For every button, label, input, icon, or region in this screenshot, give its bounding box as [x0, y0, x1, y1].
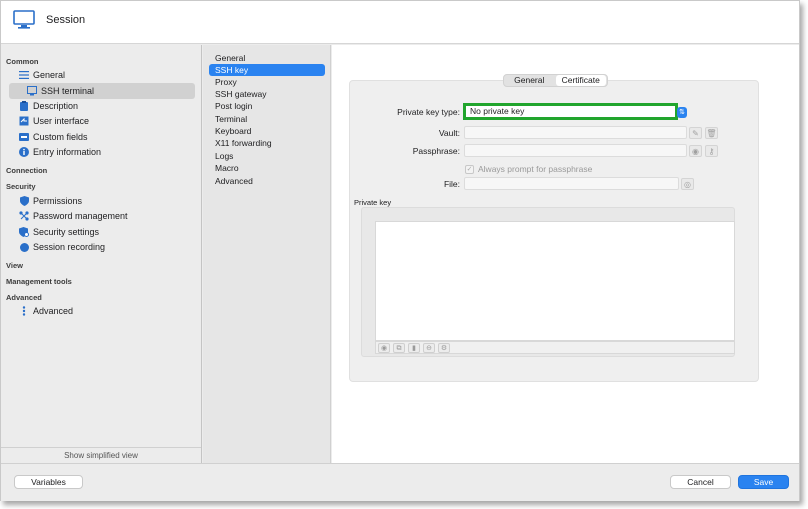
- variables-button[interactable]: Variables: [14, 475, 83, 489]
- terminal-icon: [27, 86, 37, 96]
- tab-certificate[interactable]: Certificate: [555, 75, 606, 86]
- sidebar-item-custom-fields[interactable]: Custom fields: [19, 130, 88, 144]
- content-area: General Certificate Private key type: No…: [332, 45, 799, 463]
- checkbox-icon[interactable]: ✓: [465, 164, 474, 174]
- network-icon: [19, 211, 29, 221]
- title-bar: Session: [1, 1, 799, 44]
- sidebar-section-security: Security: [6, 182, 36, 191]
- list-item-ssh-key[interactable]: SSH key: [209, 64, 325, 76]
- settings-shield-icon: [19, 227, 29, 237]
- sidebar-section-advanced: Advanced: [6, 293, 42, 302]
- dots-icon: [19, 306, 29, 316]
- sidebar-item-label: Password management: [33, 211, 128, 221]
- eye-icon[interactable]: ◉: [689, 145, 702, 157]
- sidebar-item-label: Entry information: [33, 147, 102, 157]
- list-item-logs[interactable]: Logs: [215, 151, 233, 161]
- sidebar-item-security-settings[interactable]: Security settings: [19, 225, 99, 239]
- list-item-general[interactable]: General: [215, 53, 245, 63]
- vault-select[interactable]: [464, 126, 687, 139]
- list-item-label: SSH key: [215, 65, 249, 75]
- private-key-toolbar: ◉ ⧉ ▮ ⊖ ⚙: [375, 341, 735, 354]
- settings-icon[interactable]: ⚙: [438, 342, 450, 353]
- window-icon: [19, 116, 29, 126]
- file-label: File:: [443, 179, 460, 189]
- browse-icon[interactable]: ◎: [681, 178, 694, 190]
- sidebar-item-label: Advanced: [33, 306, 74, 316]
- sidebar-item-label: Security settings: [33, 227, 100, 237]
- private-key-type-select[interactable]: No private key: [463, 103, 678, 120]
- list-item-macro[interactable]: Macro: [215, 163, 239, 173]
- list-icon: [19, 70, 29, 80]
- show-simplified-view-button[interactable]: Show simplified view: [1, 447, 201, 463]
- tab-general[interactable]: General: [504, 75, 555, 86]
- list-item-keyboard[interactable]: Keyboard: [215, 126, 251, 136]
- sidebar-item-label: SSH terminal: [41, 86, 95, 96]
- sidebar-item-advanced[interactable]: Advanced: [19, 304, 73, 318]
- copy-icon[interactable]: ⧉: [393, 342, 405, 353]
- sidebar-item-description[interactable]: Description: [19, 99, 78, 113]
- sidebar-item-label: Custom fields: [33, 132, 88, 142]
- save-button[interactable]: Save: [738, 475, 789, 489]
- sidebar-item-entry-information[interactable]: Entry information: [19, 145, 101, 159]
- sidebar-item-label: Description: [33, 101, 79, 111]
- private-key-section-title: Private key: [354, 198, 392, 207]
- vault-label: Vault:: [438, 128, 460, 138]
- record-icon: [19, 242, 29, 252]
- always-prompt-checkbox[interactable]: ✓ Always prompt for passphrase: [465, 164, 592, 174]
- monitor-icon: [13, 10, 35, 29]
- shield-icon: [19, 196, 29, 206]
- sidebar-section-view: View: [6, 261, 23, 270]
- fields-icon: [19, 132, 29, 142]
- list-item-ssh-gateway[interactable]: SSH gateway: [215, 89, 267, 99]
- info-icon: [19, 147, 29, 157]
- sidebar-item-label: Permissions: [33, 196, 83, 206]
- file-input[interactable]: [464, 177, 679, 190]
- private-key-type-label: Private key type:: [397, 107, 460, 117]
- list-item-terminal[interactable]: Terminal: [215, 114, 247, 124]
- remove-icon[interactable]: ⊖: [423, 342, 435, 353]
- list-item-proxy[interactable]: Proxy: [215, 77, 237, 87]
- sidebar-item-general[interactable]: General: [19, 68, 65, 82]
- cancel-button[interactable]: Cancel: [670, 475, 731, 489]
- session-window: Session Common General SSH terminal Desc…: [0, 0, 800, 501]
- passphrase-input[interactable]: [464, 144, 687, 157]
- sidebar-section-management-tools: Management tools: [6, 277, 72, 286]
- list-item-x11-forwarding[interactable]: X11 forwarding: [215, 138, 272, 148]
- trash-icon[interactable]: ▮: [408, 342, 420, 353]
- bottom-bar: Variables Cancel Save: [1, 463, 799, 501]
- passphrase-label: Passphrase:: [412, 146, 460, 156]
- pencil-icon[interactable]: ✎: [689, 127, 702, 139]
- sidebar-item-label: General: [33, 70, 66, 80]
- sidebar-item-label: User interface: [33, 116, 90, 126]
- sidebar-section-connection: Connection: [6, 166, 48, 175]
- tab-segment: General Certificate: [503, 74, 608, 87]
- list-item-post-login[interactable]: Post login: [215, 101, 252, 111]
- sidebar-item-label: Session recording: [33, 242, 106, 252]
- sidebar-item-permissions[interactable]: Permissions: [19, 194, 82, 208]
- always-prompt-label: Always prompt for passphrase: [478, 164, 593, 174]
- sidebar-section-common: Common: [6, 57, 39, 66]
- clipboard-icon: [19, 101, 29, 111]
- key-generate-icon[interactable]: ⚷: [705, 145, 718, 157]
- sidebar: Common General SSH terminal Description …: [1, 45, 202, 463]
- trash-icon[interactable]: 🗑: [705, 127, 718, 139]
- sidebar-item-session-recording[interactable]: Session recording: [19, 240, 105, 254]
- list-item-advanced[interactable]: Advanced: [215, 176, 253, 186]
- chevron-updown-icon[interactable]: ⇅: [677, 107, 687, 118]
- sidebar-item-user-interface[interactable]: User interface: [19, 114, 89, 128]
- eye-icon[interactable]: ◉: [378, 342, 390, 353]
- sidebar-item-password-management[interactable]: Password management: [19, 209, 128, 223]
- private-key-textarea[interactable]: [375, 221, 735, 341]
- window-title: Session: [46, 14, 86, 26]
- sidebar-item-ssh-terminal[interactable]: SSH terminal: [27, 84, 94, 98]
- ssh-settings-list: General SSH key Proxy SSH gateway Post l…: [203, 45, 331, 463]
